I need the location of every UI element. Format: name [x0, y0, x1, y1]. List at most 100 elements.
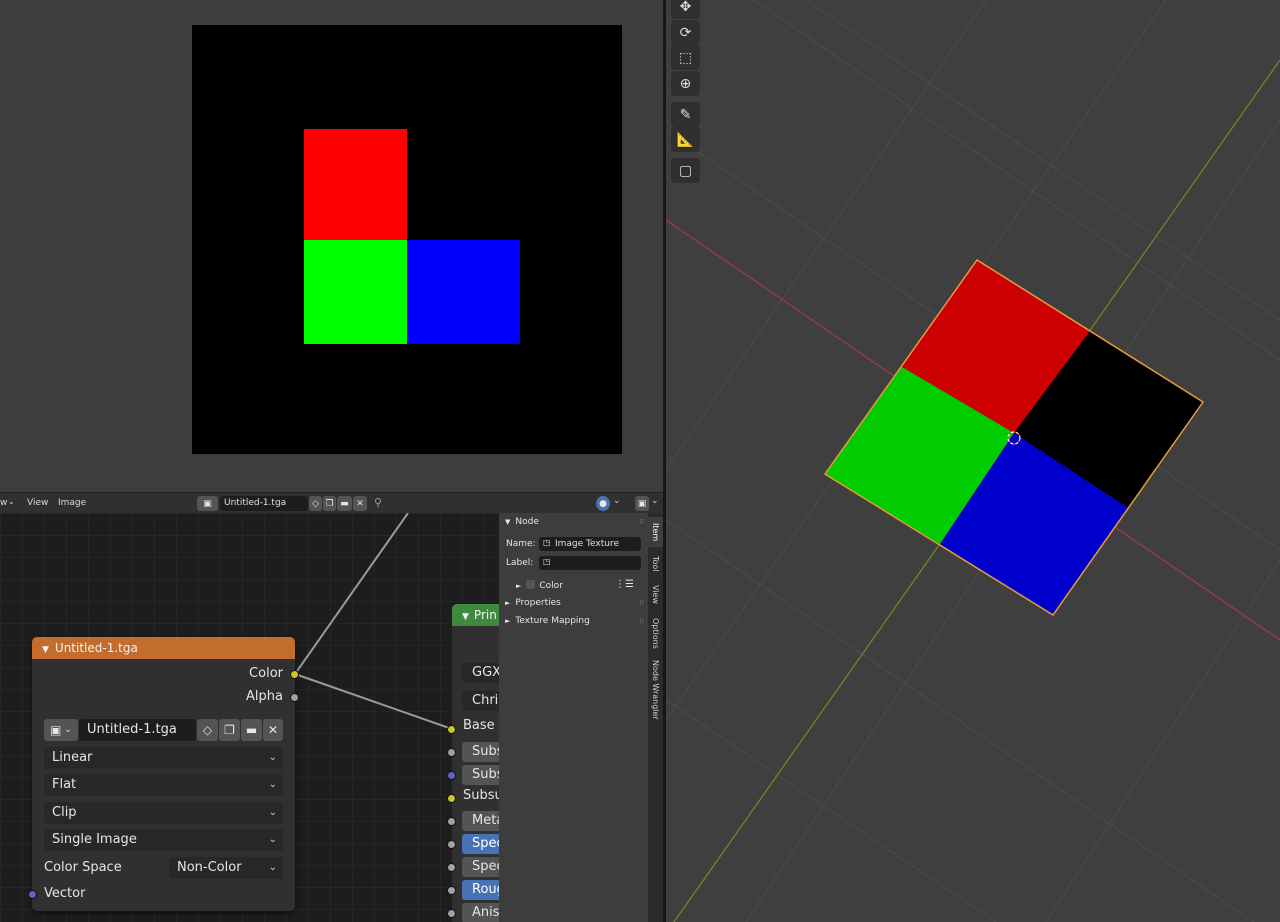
socket-base-color-input[interactable]	[447, 725, 456, 734]
projection-value: Flat	[52, 777, 77, 792]
socket-color-output[interactable]	[290, 670, 299, 679]
tab-view[interactable]: View	[648, 581, 663, 607]
blue-block	[407, 240, 520, 344]
measure-tool-button[interactable]: 📐	[671, 127, 700, 152]
link-offscreen	[294, 513, 409, 675]
chevron-down-icon: ⌄	[268, 834, 277, 845]
view-menu[interactable]: View	[27, 498, 48, 508]
open-button[interactable]: ▬	[241, 719, 262, 741]
folder-icon: ▬	[340, 498, 349, 509]
tab-options[interactable]: Options	[648, 613, 663, 653]
tab-tool[interactable]: Tool	[648, 551, 663, 577]
editor-type-button[interactable]: ▣	[635, 496, 649, 511]
node-panel-header[interactable]: ▼ Node	[505, 517, 539, 527]
texture-mapping-label: Texture Mapping	[515, 616, 590, 626]
input-subsurface-color-label: Subsu	[463, 788, 503, 803]
duplicate-button[interactable]: ❐	[219, 719, 240, 741]
drag-handle-icon[interactable]: ⁞⁞	[640, 599, 644, 607]
collapse-arrow-icon[interactable]: ▼	[462, 612, 469, 622]
list-icon[interactable]: ⋮☰	[615, 579, 634, 590]
chevron-down-icon[interactable]: ⌄	[613, 496, 621, 506]
source-value: Single Image	[52, 832, 137, 847]
image-name-field[interactable]: Untitled-1.tga	[220, 496, 308, 511]
node-name-value: Image Texture	[555, 539, 619, 549]
image-browse-button[interactable]: ▣ ⌄	[44, 719, 78, 741]
display-channels-button[interactable]: ●	[596, 496, 610, 511]
transform-tool-button[interactable]: ⊕	[671, 71, 700, 96]
properties-panel-header[interactable]: ► Properties	[505, 598, 561, 608]
image-canvas[interactable]	[192, 25, 622, 454]
socket-specular-tint-input[interactable]	[447, 863, 456, 872]
collapse-arrow-icon: ▼	[505, 518, 511, 526]
name-label: Name:	[506, 539, 536, 549]
view-menu-partial[interactable]: w	[0, 498, 7, 508]
drag-handle-icon[interactable]: ⁞⁞	[640, 617, 644, 625]
expand-arrow-icon: ►	[516, 582, 522, 590]
add-cube-tool-button[interactable]: ▢	[671, 158, 700, 183]
3d-viewport[interactable]	[666, 0, 1280, 922]
move-tool-button[interactable]: ✥	[671, 0, 700, 19]
node-label-field[interactable]	[539, 556, 641, 570]
shield-icon: ◇	[312, 498, 319, 509]
node-sidebar-panel: ▼ Node ⁞⁞ Name: Image Texture ◳ Label: ◳ …	[499, 513, 648, 922]
chevron-down-icon[interactable]: ⌄	[651, 496, 659, 506]
chevron-down-icon: ⌄	[64, 725, 72, 735]
socket-subsurface-input[interactable]	[447, 748, 456, 757]
color-space-dropdown[interactable]: Non-Color ⌄	[169, 857, 283, 879]
scale-icon: ⬚	[678, 49, 693, 66]
properties-label: Properties	[515, 598, 561, 608]
socket-subsurface-color-input[interactable]	[447, 794, 456, 803]
image-icon: ▣	[203, 498, 212, 509]
image-icon: ▣	[50, 723, 62, 737]
annotate-tool-button[interactable]: ✎	[671, 102, 700, 127]
tab-node-wrangler[interactable]: Node Wrangler	[648, 659, 663, 721]
projection-dropdown[interactable]: Flat ⌄	[44, 774, 283, 796]
open-button[interactable]: ▬	[337, 496, 352, 511]
image-texture-node[interactable]: ▼ Untitled-1.tga Color Alpha ▣ ⌄ Untitled-…	[32, 637, 295, 911]
socket-metallic-input[interactable]	[447, 817, 456, 826]
image-name-field[interactable]: Untitled-1.tga	[79, 719, 196, 741]
unlink-button[interactable]: ✕	[353, 496, 367, 511]
socket-alpha-output[interactable]	[290, 693, 299, 702]
unlink-button[interactable]: ✕	[263, 719, 283, 741]
link-color-basecolor	[294, 673, 453, 730]
interpolation-value: Linear	[52, 750, 93, 765]
color-space-label: Color Space	[44, 860, 122, 875]
image-browse-button[interactable]: ▣	[197, 496, 218, 511]
collapse-arrow-icon[interactable]: ▼	[42, 645, 49, 655]
extension-dropdown[interactable]: Clip ⌄	[44, 802, 283, 824]
drag-handle-icon[interactable]: ⁞⁞	[640, 518, 644, 526]
image-editor-area[interactable]	[0, 0, 663, 492]
checkbox-icon[interactable]	[526, 580, 536, 589]
rotate-tool-button[interactable]: ⟳	[671, 20, 700, 45]
tab-item[interactable]: Item	[648, 517, 663, 547]
fake-user-button[interactable]: ◇	[309, 496, 322, 511]
socket-specular-input[interactable]	[447, 840, 456, 849]
color-subpanel-header[interactable]: ► Color	[516, 580, 563, 591]
image-texture-node-header[interactable]: ▼ Untitled-1.tga	[32, 637, 295, 659]
image-editor-header: w ⌄ View Image ▣ Untitled-1.tga ◇ ❐ ▬ ✕ …	[0, 492, 663, 513]
node-name-field[interactable]: Image Texture	[539, 537, 641, 551]
node-icon: ◳	[543, 557, 551, 566]
node-panel-title: Node	[515, 517, 539, 527]
copy-icon: ❐	[325, 498, 334, 509]
texture-mapping-panel-header[interactable]: ► Texture Mapping	[505, 616, 590, 626]
rotate-icon: ⟳	[679, 24, 692, 41]
fake-user-button[interactable]: ◇	[197, 719, 218, 741]
color-space-value: Non-Color	[177, 860, 242, 875]
socket-subsurface-radius-input[interactable]	[447, 771, 456, 780]
move-icon: ✥	[679, 0, 692, 15]
socket-anisotropic-input[interactable]	[447, 909, 456, 918]
socket-vector-input[interactable]	[28, 890, 37, 899]
scale-tool-button[interactable]: ⬚	[671, 45, 700, 70]
shield-icon: ◇	[202, 723, 213, 737]
chevron-down-icon: ⌄	[268, 862, 277, 873]
socket-roughness-input[interactable]	[447, 886, 456, 895]
image-editor-icon: ▣	[637, 498, 647, 509]
interpolation-dropdown[interactable]: Linear ⌄	[44, 747, 283, 769]
duplicate-button[interactable]: ❐	[323, 496, 336, 511]
source-dropdown[interactable]: Single Image ⌄	[44, 829, 283, 851]
image-menu[interactable]: Image	[58, 498, 86, 508]
pin-icon[interactable]: ⚲	[374, 496, 382, 509]
overlay-icon: ●	[599, 498, 607, 509]
